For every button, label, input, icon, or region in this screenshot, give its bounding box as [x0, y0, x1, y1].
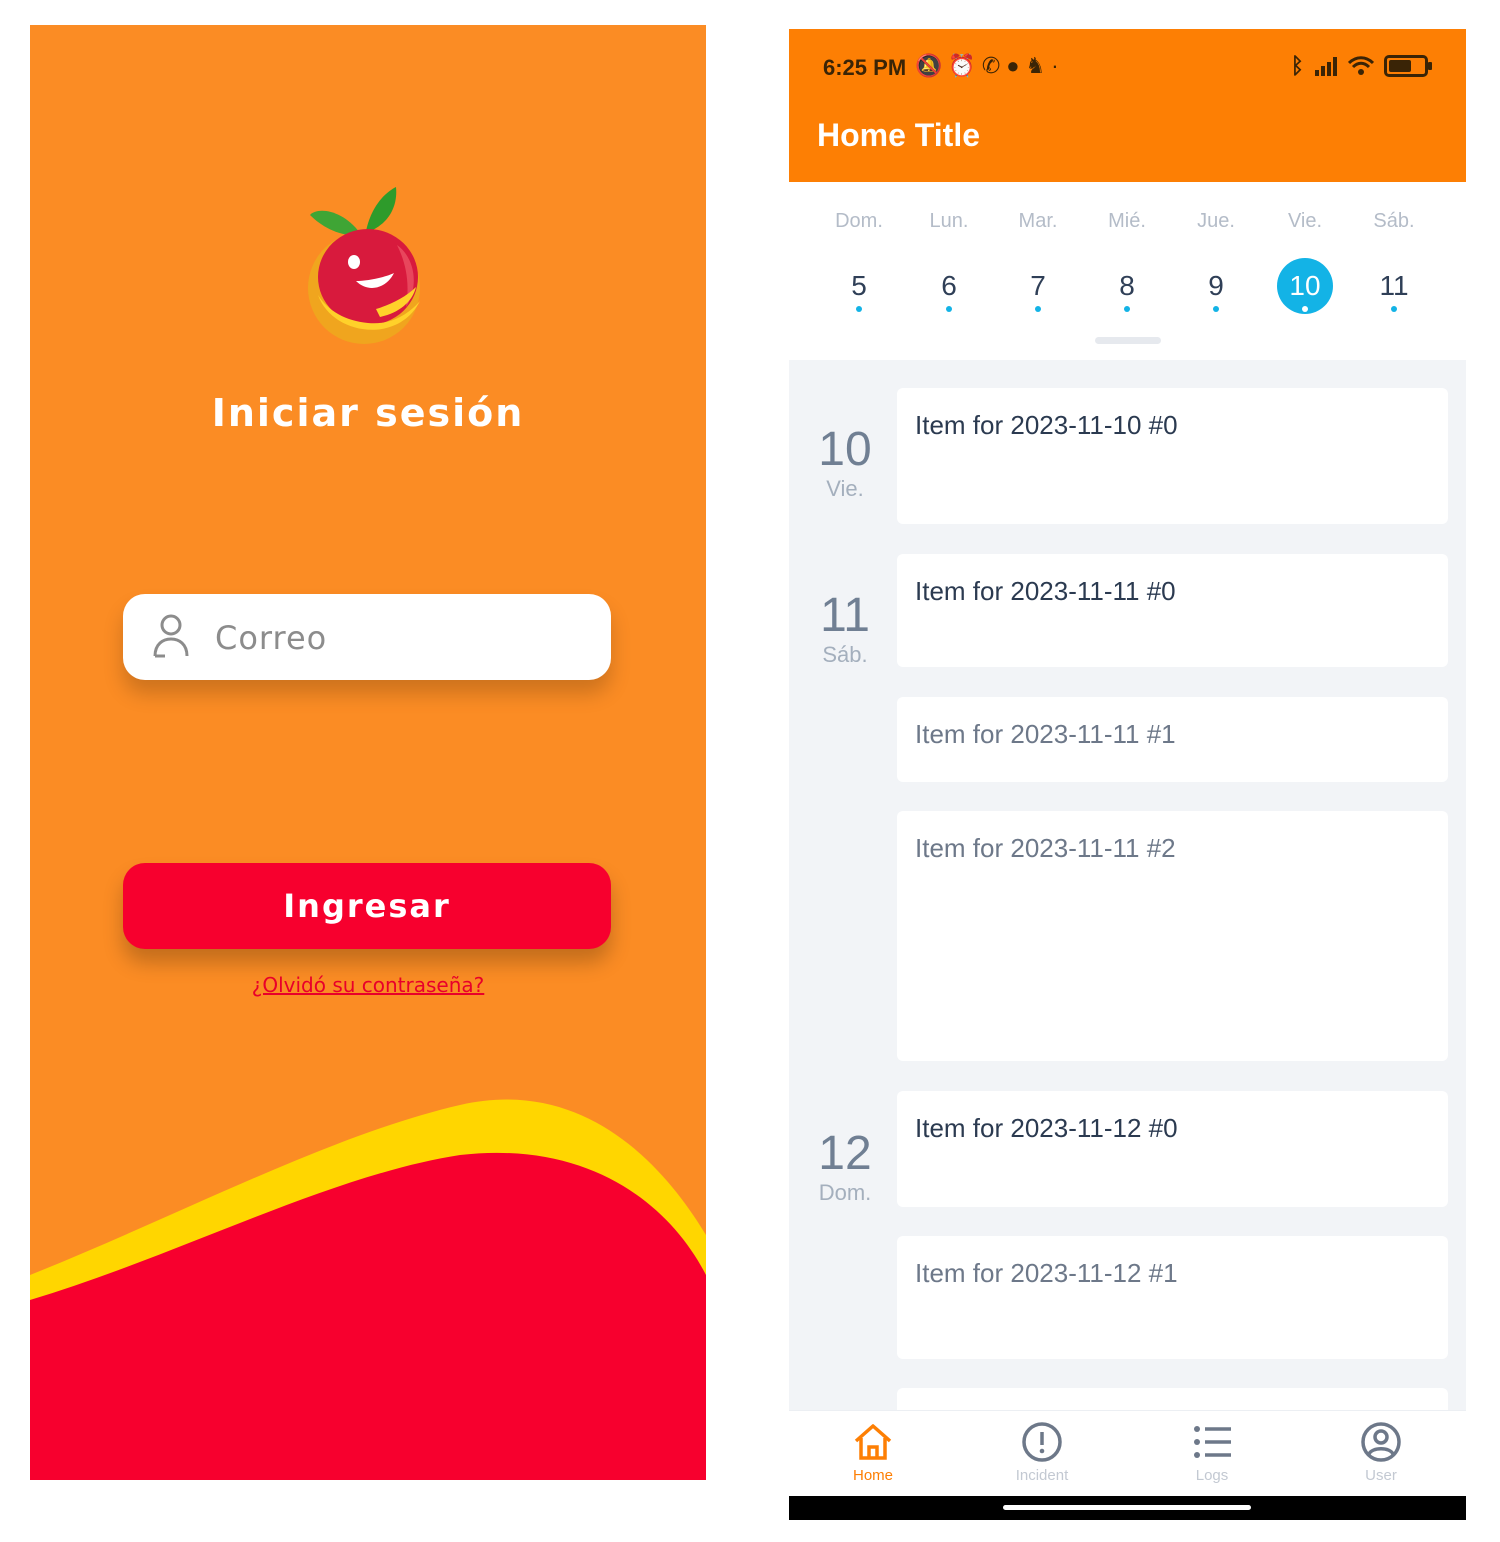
week-day[interactable]: Sáb. 11	[1354, 210, 1434, 314]
agenda-item-title: Item for 2023-11-10 #0	[915, 410, 1178, 440]
background-waves	[30, 1099, 706, 1480]
event-dot	[946, 306, 952, 312]
week-day[interactable]: Mié. 8	[1087, 210, 1167, 314]
week-day[interactable]: Vie. 10	[1265, 210, 1345, 314]
nav-logs[interactable]: Logs	[1152, 1421, 1272, 1484]
agenda-date-label: 11 Sáb.	[803, 590, 887, 668]
status-time: 6:25 PM	[823, 55, 907, 80]
agenda-item-card[interactable]: Item for 2023-11-12 #1	[897, 1236, 1448, 1359]
event-dot	[1213, 306, 1219, 312]
system-icons: ᛒ	[1290, 51, 1432, 81]
week-day-name: Vie.	[1287, 210, 1323, 232]
nav-logs-label: Logs	[1195, 1467, 1229, 1484]
nav-user-label: User	[1365, 1467, 1397, 1484]
agenda-item-card[interactable]: Item for 2023-11-11 #1	[897, 697, 1448, 782]
battery-icon	[1384, 55, 1432, 77]
login-title: Iniciar sesión	[211, 391, 525, 435]
email-input[interactable]	[213, 612, 597, 664]
agenda-date-label: 10 Vie.	[803, 424, 887, 502]
agenda-list: 10 Vie. Item for 2023-11-10 #0 11 Sáb. Item f…	[789, 360, 1466, 1410]
week-day-name: Jue.	[1197, 210, 1235, 232]
week-day-number[interactable]: 5	[831, 258, 887, 314]
agenda-item-card[interactable]: Item for 2023-11-11 #0	[897, 554, 1448, 667]
agenda-item-card[interactable]: Item for 2023-11-10 #0	[897, 388, 1448, 524]
week-day-name: Mar.	[1018, 210, 1058, 232]
chat-bubble-icon: ●	[1006, 53, 1026, 78]
agenda-weekday: Sáb.	[822, 642, 868, 667]
bottom-navigation: Home Incident Logs User	[789, 1410, 1466, 1497]
page-title: Home Title	[817, 117, 980, 153]
login-button[interactable]: Ingresar	[123, 863, 611, 949]
agenda-weekday: Dom.	[818, 1180, 872, 1205]
email-field[interactable]	[123, 594, 611, 680]
dot-icon: ·	[1051, 53, 1065, 78]
agenda-item-title: Item for 2023-11-11 #1	[915, 719, 1176, 749]
notification-icons: 🔕⏰✆●♞·	[915, 53, 1065, 79]
forgot-password-link[interactable]: ¿Olvidó su contraseña?	[30, 973, 706, 997]
week-day[interactable]: Jue. 9	[1176, 210, 1256, 314]
nav-home-label: Home	[852, 1467, 893, 1484]
agenda-day-number: 11	[820, 589, 870, 642]
week-day[interactable]: Dom. 5	[819, 210, 899, 314]
week-day-name: Dom.	[835, 210, 883, 232]
nav-home[interactable]: Home	[813, 1421, 933, 1484]
muted-bell-icon: 🔕	[915, 53, 949, 78]
week-day[interactable]: Mar. 7	[998, 210, 1078, 314]
agenda-day-number: 12	[818, 1127, 872, 1180]
nav-incident-label: Incident	[1015, 1467, 1069, 1484]
event-dot	[1302, 306, 1308, 312]
wifi-icon	[1348, 56, 1374, 75]
week-day-number[interactable]: 10	[1277, 258, 1333, 314]
drag-handle[interactable]	[1095, 337, 1161, 344]
user-icon	[153, 614, 189, 658]
event-dot	[1391, 306, 1397, 312]
home-indicator[interactable]	[1003, 1505, 1251, 1510]
agenda-item-title: Item for 2023-11-11 #2	[915, 833, 1176, 863]
agenda-day-number: 10	[818, 423, 872, 476]
app-logo	[308, 187, 420, 344]
alert-circle-icon	[1022, 1422, 1062, 1462]
event-dot	[1035, 306, 1041, 312]
alarm-icon: ⏰	[948, 53, 982, 78]
list-icon	[1194, 1426, 1231, 1458]
week-day-number[interactable]: 8	[1099, 258, 1155, 314]
agenda-item-card[interactable]: Item for 2023-11-12 #0	[897, 1091, 1448, 1207]
week-strip: Dom. 5 Lun. 6 Mar. 7 Mié. 8 Jue. 9 Vie. 10 Sáb. 11	[789, 182, 1466, 360]
week-day[interactable]: Lun. 6	[909, 210, 989, 314]
whatsapp-icon: ✆	[981, 53, 1007, 78]
week-day-name: Sáb.	[1373, 210, 1415, 232]
system-navigation-bar	[789, 1496, 1466, 1520]
user-circle-icon	[1361, 1422, 1401, 1462]
login-screen: Iniciar sesión Ingresar ¿Olvidó su contr…	[30, 25, 706, 1480]
agenda-item-title: Item for 2023-11-12 #1	[915, 1258, 1178, 1288]
agenda-weekday: Vie.	[826, 476, 864, 501]
event-dot	[856, 306, 862, 312]
agenda-item-title: Item for 2023-11-11 #0	[915, 576, 1176, 606]
agenda-item-card[interactable]: Item for 2023-11-11 #2	[897, 811, 1448, 1061]
bluetooth-icon: ᛒ	[1290, 53, 1304, 78]
app-bar: 6:25 PM 🔕⏰✆●♞· ᛒ Home Title	[789, 29, 1466, 182]
event-dot	[1124, 306, 1130, 312]
week-day-number[interactable]: 9	[1188, 258, 1244, 314]
agenda-item-title: Item for 2023-11-12 #0	[915, 1113, 1178, 1143]
nav-incident[interactable]: Incident	[982, 1421, 1102, 1484]
nav-user[interactable]: User	[1321, 1421, 1441, 1484]
home-screen: 6:25 PM 🔕⏰✆●♞· ᛒ Home Title Dom. 5 Lun. 6 Ma…	[789, 29, 1466, 1520]
agenda-date-label: 12 Dom.	[803, 1128, 887, 1206]
signal-icon	[1315, 57, 1337, 76]
agenda-item-card-partial[interactable]	[897, 1388, 1448, 1410]
game-controller-icon: ♞	[1025, 53, 1052, 78]
week-day-number[interactable]: 7	[1010, 258, 1066, 314]
week-day-name: Mié.	[1108, 210, 1146, 232]
week-day-number[interactable]: 11	[1366, 258, 1422, 314]
week-day-name: Lun.	[929, 210, 969, 232]
week-day-number[interactable]: 6	[921, 258, 977, 314]
home-icon	[854, 1424, 892, 1460]
